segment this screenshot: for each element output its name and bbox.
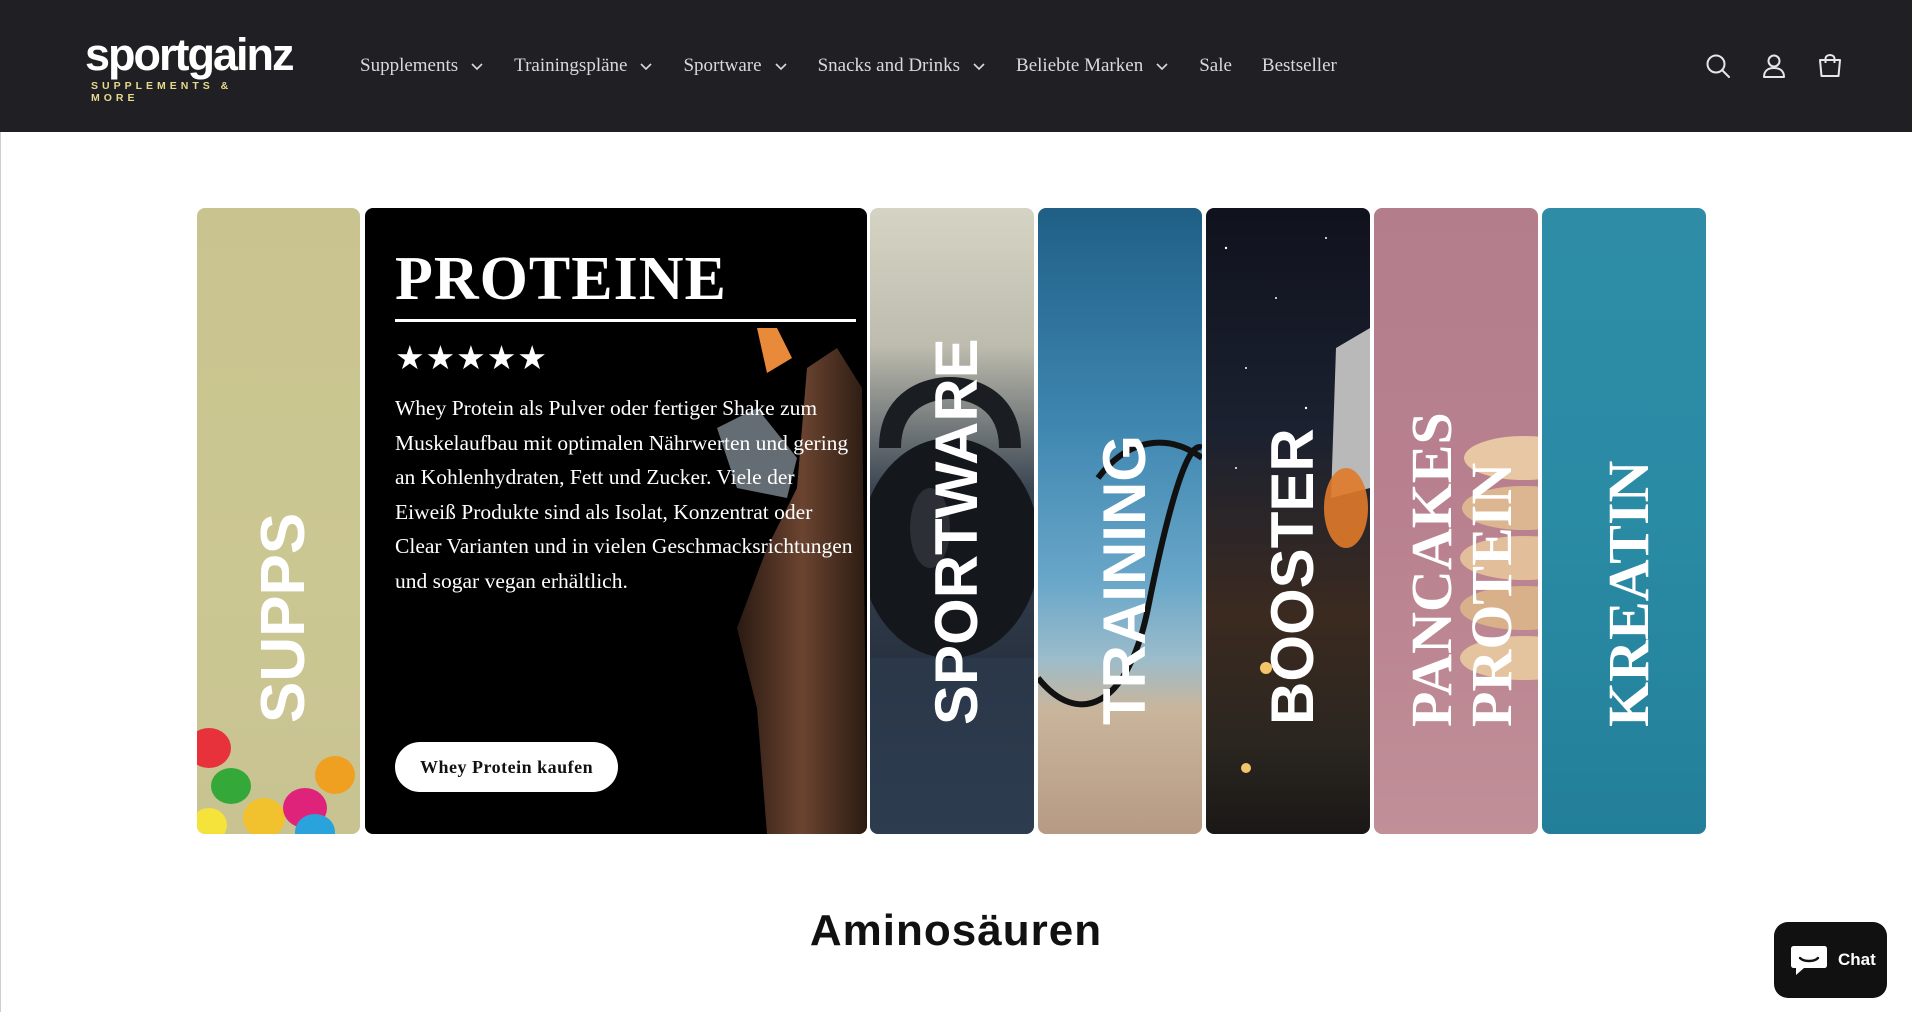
page-edge-divider [0,132,1,1012]
nav-item-snacks-and-drinks[interactable]: Snacks and Drinks [818,55,986,77]
candy-decoration [211,768,251,804]
logo-tagline: SUPPLEMENTS & MORE [91,80,233,104]
chevron-down-icon [972,59,986,73]
nav-label: Sale [1199,55,1232,76]
nav-label: Snacks and Drinks [817,55,961,76]
nav-item-supplements[interactable]: Supplements [360,55,484,77]
chevron-down-icon [470,59,484,73]
panel-training[interactable]: TRAINING [1038,208,1202,834]
rating-stars: ★★★★★ [395,341,548,377]
nav-item-beliebte-marken[interactable]: Beliebte Marken [1016,55,1169,77]
panel-label-training: TRAINING [1091,435,1158,725]
logo[interactable]: sportgainz SUPPLEMENTS & MORE [85,29,295,105]
panel-label-supps: SUPPS [248,512,318,723]
candy-decoration [315,756,355,794]
panel-supps[interactable]: SUPPS [197,208,360,834]
nav-item-sale[interactable]: Sale [1199,55,1232,77]
category-banner: SUPPS PROTEINE ★★★★★ Whey Protein als Pu… [197,208,1707,834]
cart-icon[interactable] [1808,44,1852,88]
chat-button[interactable]: Chat [1774,922,1887,998]
main-nav: Supplements Trainingspläne Sportware Sna… [360,0,1367,132]
header-actions [1684,44,1852,88]
panel-booster[interactable]: BOOSTER [1206,208,1370,834]
chat-bubble-icon [1791,946,1827,975]
chevron-down-icon [774,59,788,73]
site-header: sportgainz SUPPLEMENTS & MORE Supplement… [0,0,1912,132]
panel-proteine: PROTEINE ★★★★★ Whey Protein als Pulver o… [365,208,867,834]
nav-item-sportware[interactable]: Sportware [683,55,787,77]
search-icon[interactable] [1696,44,1740,88]
section-heading: Aminosäuren [809,906,1103,955]
chat-label: Chat [1838,950,1876,969]
nav-label: Sportware [683,55,762,76]
panel-label-pancakes: PANCAKES [1399,412,1464,727]
title-divider [395,319,856,322]
candy-decoration [197,808,227,834]
nav-label: Trainingspläne [514,55,628,76]
nav-label: Supplements [360,55,459,76]
nav-label: Bestseller [1261,55,1337,76]
chevron-down-icon [1155,59,1169,73]
nav-item-trainingsplaene[interactable]: Trainingspläne [514,55,653,77]
panel-pancakes-protein[interactable]: PANCAKES PROTEIN [1374,208,1538,834]
panel-label-protein: PROTEIN [1459,462,1524,727]
nav-item-bestseller[interactable]: Bestseller [1262,55,1337,77]
buy-whey-protein-button[interactable]: Whey Protein kaufen [395,742,619,792]
logo-wordmark: sportgainz [85,29,295,80]
panel-label-kreatin: KREATIN [1596,460,1661,727]
chevron-down-icon [639,59,653,73]
panel-description-proteine: Whey Protein als Pulver oder fertiger Sh… [395,396,853,593]
panel-kreatin[interactable]: KREATIN [1542,208,1706,834]
candy-decoration [243,798,285,834]
panel-title-proteine: PROTEINE [395,245,727,313]
account-icon[interactable] [1752,44,1796,88]
panel-label-booster: BOOSTER [1259,428,1326,725]
panel-label-sportware: SPORTWARE [923,338,990,725]
candy-decoration [197,728,231,768]
nav-label: Beliebte Marken [1016,55,1144,76]
panel-sportware[interactable]: SPORTWARE [870,208,1034,834]
